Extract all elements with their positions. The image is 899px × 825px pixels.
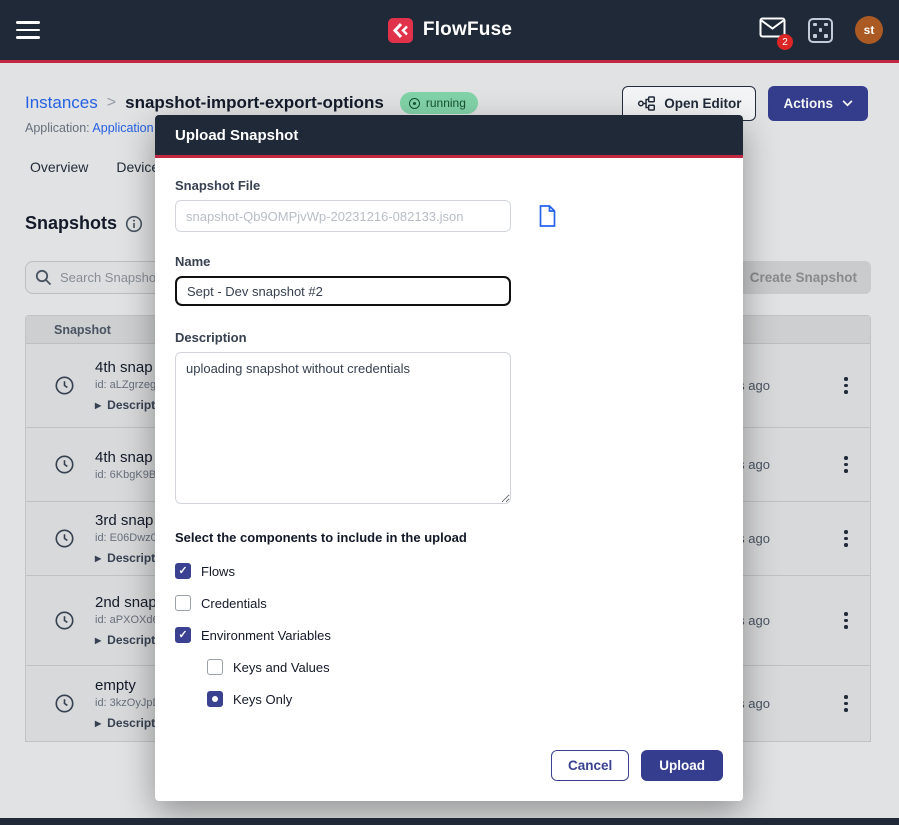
cancel-button[interactable]: Cancel <box>551 750 629 781</box>
upload-snapshot-modal: Upload Snapshot Snapshot File Name Descr… <box>155 115 743 801</box>
team-grid-icon[interactable] <box>808 18 833 43</box>
components-label: Select the components to include in the … <box>175 530 723 545</box>
name-input[interactable] <box>175 276 511 306</box>
upload-button[interactable]: Upload <box>641 750 723 781</box>
checkbox-credentials[interactable]: Credentials <box>175 587 723 619</box>
radio-keys-and-values[interactable]: Keys and Values <box>207 651 723 683</box>
radio-keys-only[interactable]: Keys Only <box>207 683 723 715</box>
select-file-button[interactable] <box>537 204 558 228</box>
user-avatar[interactable]: st <box>855 16 883 44</box>
name-label: Name <box>175 254 723 269</box>
notification-badge: 2 <box>777 34 793 50</box>
modal-title: Upload Snapshot <box>155 115 743 158</box>
checkbox-icon[interactable] <box>175 627 191 643</box>
radio-icon[interactable] <box>207 659 223 675</box>
snapshot-file-input[interactable] <box>175 200 511 232</box>
checkbox-environment-variables[interactable]: Environment Variables <box>175 619 723 651</box>
navbar-accent-line <box>0 60 899 63</box>
top-navbar: FlowFuse 2 st <box>0 0 899 60</box>
page-footer-bar <box>0 818 899 825</box>
snapshot-file-label: Snapshot File <box>175 178 723 193</box>
hamburger-menu-icon[interactable] <box>16 21 40 39</box>
checkbox-icon[interactable] <box>175 595 191 611</box>
checkbox-icon[interactable] <box>175 563 191 579</box>
brand-name: FlowFuse <box>423 19 512 41</box>
radio-icon[interactable] <box>207 691 223 707</box>
description-label: Description <box>175 330 723 345</box>
flowfuse-logo-icon <box>387 17 414 44</box>
notifications-button[interactable]: 2 <box>759 17 786 43</box>
description-textarea[interactable] <box>175 352 511 504</box>
file-document-icon <box>537 204 558 228</box>
checkbox-flows[interactable]: Flows <box>175 555 723 587</box>
